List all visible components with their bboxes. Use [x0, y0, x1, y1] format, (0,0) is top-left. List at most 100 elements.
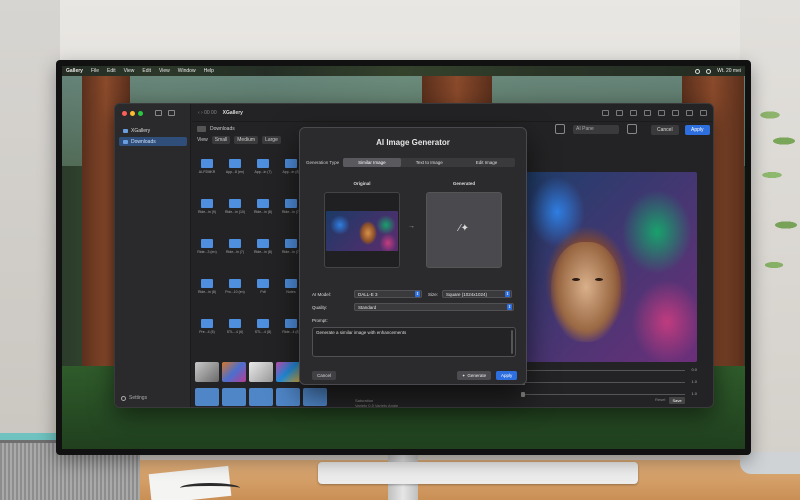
quality-select[interactable]: Standard ⇕: [354, 303, 514, 311]
menu-app-name[interactable]: Gallery: [66, 68, 83, 74]
grid-item[interactable]: Ride...in (7): [223, 239, 247, 254]
tab-similar-image[interactable]: Similar Image: [343, 158, 401, 167]
ai-pane-select[interactable]: AI Pane: [573, 124, 619, 134]
thumbnail[interactable]: [195, 362, 219, 382]
settings-button[interactable]: Settings: [121, 395, 147, 401]
view-small-button[interactable]: Small: [211, 136, 231, 144]
thumbnail[interactable]: [249, 362, 273, 382]
grid-item[interactable]: AI-P2MKR: [195, 159, 219, 174]
grid-item[interactable]: STL...4 (6): [223, 319, 247, 334]
generate-button[interactable]: ✦ Generate: [457, 371, 492, 380]
generated-image-well[interactable]: ⁄✦: [426, 192, 502, 268]
grid-item[interactable]: Pro...10 (en): [223, 279, 247, 294]
wifi-icon[interactable]: [695, 68, 701, 74]
content-header: Downloads View Small Medium Large: [197, 126, 281, 144]
thumbnail[interactable]: [222, 362, 246, 382]
zoom-window-button[interactable]: [138, 111, 143, 116]
size-select[interactable]: Square (1024x1024) ⇕: [442, 290, 513, 298]
thumbnail[interactable]: [303, 388, 327, 406]
image-preview[interactable]: [517, 172, 697, 362]
crop-icon[interactable]: [555, 124, 565, 134]
slider-track[interactable]: [523, 382, 685, 383]
edit-icon[interactable]: [686, 109, 693, 116]
menu-file[interactable]: File: [91, 68, 99, 74]
grid-item[interactable]: Ride...3 (en): [195, 239, 219, 254]
cancel-edit-button[interactable]: Cancel: [651, 125, 679, 135]
grid-item-label: App...in (8): [282, 170, 300, 174]
slider-handle[interactable]: [521, 392, 525, 397]
grid-item[interactable]: Pdf: [251, 279, 275, 294]
control-center-icon[interactable]: [706, 68, 712, 74]
folder-open-icon[interactable]: [616, 109, 623, 116]
folder-icon: [201, 199, 213, 208]
thumbnail[interactable]: [195, 388, 219, 406]
view-large-button[interactable]: Large: [262, 136, 281, 144]
sidebar-item-downloads[interactable]: Downloads: [119, 137, 187, 146]
menu-edit-2[interactable]: Edit: [142, 68, 151, 74]
compare-icon[interactable]: [627, 124, 637, 134]
grid-item-label: Ride...4 (8): [282, 330, 300, 334]
ai-model-select[interactable]: DALL-E 3 ⇕: [354, 290, 422, 298]
slider-row: 1.0: [517, 378, 697, 387]
prompt-scrollbar[interactable]: [511, 330, 513, 354]
tab-edit-image[interactable]: Edit Image: [458, 158, 515, 167]
folder-icon: [257, 199, 269, 208]
info-icon[interactable]: [672, 109, 679, 116]
view-medium-button[interactable]: Medium: [234, 136, 259, 144]
close-window-button[interactable]: [122, 111, 127, 116]
prompt-textarea[interactable]: Generate a similar image with enhancemen…: [312, 327, 516, 357]
grid-item[interactable]: Ride...in (9): [195, 199, 219, 214]
grid-item-label: Ride...in (8): [253, 210, 273, 214]
thumbnail[interactable]: [249, 388, 273, 406]
menubar-status: Wt. 20 mei: [695, 68, 741, 74]
menu-edit[interactable]: Edit: [107, 68, 116, 74]
grid-item[interactable]: Pre...4 (5): [195, 319, 219, 334]
save-button[interactable]: Save: [669, 397, 685, 404]
thumbnail[interactable]: [222, 388, 246, 406]
reset-button[interactable]: Reset: [655, 397, 665, 404]
tab-text-to-image[interactable]: Text to Image: [401, 158, 458, 167]
sidebar-item-xgallery[interactable]: XGallery: [119, 126, 187, 135]
apply-edit-button[interactable]: Apply: [685, 125, 710, 135]
original-image-well[interactable]: [324, 192, 400, 268]
slider-track[interactable]: [523, 394, 685, 395]
grid-item[interactable]: STL...4 (8): [251, 319, 275, 334]
window-controls: [122, 111, 143, 116]
grid-item[interactable]: Ride...in (8): [251, 199, 275, 214]
nav-buttons[interactable]: ‹ › 00 00: [198, 110, 217, 116]
trash-icon[interactable]: [644, 109, 651, 116]
thumbnail[interactable]: [276, 388, 300, 406]
grid-item-label: STL...4 (6): [226, 330, 244, 334]
grid-item[interactable]: App...8 (en): [223, 159, 247, 174]
grid-item[interactable]: Ride...in (8): [251, 239, 275, 254]
new-folder-icon[interactable]: [168, 110, 175, 116]
folder-icon: [229, 279, 241, 288]
folder-icon: [201, 239, 213, 248]
dialog-cancel-button[interactable]: Cancel: [312, 371, 337, 380]
slider-row: 0.0: [517, 366, 697, 375]
grid-item-label: Pre...4 (5): [199, 330, 215, 334]
slider-track[interactable]: [523, 370, 685, 371]
share-icon[interactable]: [630, 109, 637, 116]
grid-item[interactable]: Ride...in (8): [195, 279, 219, 294]
play-icon[interactable]: [658, 109, 665, 116]
grid-item-label: Notes: [286, 290, 296, 294]
menu-help[interactable]: Help: [204, 68, 214, 74]
thumbnail[interactable]: [276, 362, 300, 382]
thumbnail-row: [195, 388, 327, 406]
sidebar-toggle-icon[interactable]: [155, 110, 162, 116]
grid-view-icon[interactable]: [602, 109, 609, 116]
quality-label: Quality:: [312, 304, 328, 310]
menu-view[interactable]: View: [124, 68, 135, 74]
grid-item[interactable]: App...in (7): [251, 159, 275, 174]
grid-item-label: STL...4 (8): [254, 330, 272, 334]
adjustment-actions: Reset Save: [655, 397, 685, 404]
dialog-apply-button[interactable]: Apply: [496, 371, 518, 380]
grid-item[interactable]: Ride...in (10): [223, 199, 247, 214]
minimize-window-button[interactable]: [130, 111, 135, 116]
lion-eye: [595, 278, 603, 281]
menu-window[interactable]: Window: [178, 68, 196, 74]
menubar-clock[interactable]: Wt. 20 mei: [717, 68, 741, 74]
expand-icon[interactable]: [700, 109, 707, 116]
menu-view-2[interactable]: View: [159, 68, 170, 74]
